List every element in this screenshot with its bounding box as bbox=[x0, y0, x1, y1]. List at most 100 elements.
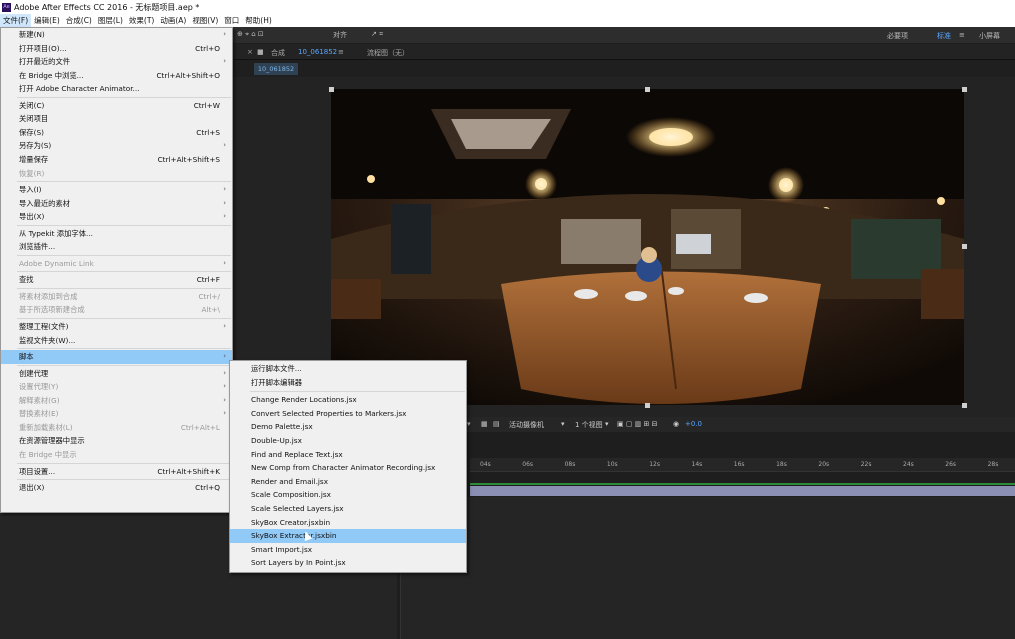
views-select[interactable]: 1 个视图 bbox=[575, 420, 603, 430]
transform-handle[interactable] bbox=[329, 87, 334, 92]
transform-handle[interactable] bbox=[962, 87, 967, 92]
script-menu-item[interactable]: Render and Email.jsx bbox=[230, 475, 466, 489]
close-icon[interactable]: × bbox=[247, 48, 253, 56]
transform-handle[interactable] bbox=[645, 403, 650, 408]
view-option-icons[interactable]: ▣ ▢ ▥ ⊞ ⊟ bbox=[617, 420, 657, 428]
axis-icons[interactable]: ↗ ⌗ bbox=[371, 30, 383, 39]
menu-separator bbox=[17, 348, 231, 350]
transform-handle[interactable] bbox=[962, 403, 967, 408]
file-menu-item[interactable]: 导入最近的素材 › bbox=[1, 197, 232, 211]
file-menu-item[interactable]: 退出(X) Ctrl+Q bbox=[1, 481, 232, 495]
snapshot-icon[interactable]: ▤ bbox=[493, 420, 500, 428]
menu-item-label: Smart Import.jsx bbox=[251, 544, 313, 554]
menu-item-label: Scale Selected Layers.jsx bbox=[251, 504, 344, 513]
menu-item-label: Scale Composition.jsx bbox=[251, 490, 331, 500]
file-menu-item[interactable]: 打开 Adobe Character Animator... bbox=[1, 82, 232, 96]
menu-0[interactable]: 文件(F) bbox=[0, 14, 32, 27]
menu-6[interactable]: 视图(V) bbox=[189, 14, 221, 27]
file-menu-item[interactable]: 监视文件夹(W)... bbox=[1, 334, 232, 348]
menu-5[interactable]: 动画(A) bbox=[157, 14, 189, 27]
script-menu-item[interactable]: Smart Import.jsx bbox=[230, 543, 466, 557]
file-menu-item[interactable]: 关闭(C) Ctrl+W bbox=[1, 99, 232, 113]
snap-label[interactable]: 对齐 bbox=[333, 30, 347, 40]
file-menu-item[interactable]: 查找 Ctrl+F bbox=[1, 273, 232, 287]
tool-icons[interactable]: ⊕ ⌖ ⌂ ⊡ bbox=[237, 30, 264, 39]
submenu-arrow-icon: › bbox=[223, 258, 226, 267]
file-menu-item: 解释素材(G) › bbox=[1, 394, 232, 408]
script-menu-item[interactable]: SkyBox Creator.jsxbin bbox=[230, 516, 466, 530]
comp-panel-label: 合成 bbox=[271, 49, 285, 57]
script-menu-item[interactable]: SkyBox Extractor.jsxbin bbox=[230, 529, 466, 543]
menu-item-shortcut: Ctrl+Alt+Shift+S bbox=[157, 154, 220, 164]
menu-8[interactable]: 帮助(H) bbox=[242, 14, 275, 27]
file-menu-item[interactable]: 项目设置... Ctrl+Alt+Shift+K bbox=[1, 465, 232, 479]
flowchart-tab[interactable]: 流程图（无） bbox=[367, 48, 409, 58]
lock-icon[interactable]: ■ bbox=[257, 48, 264, 56]
menu-7[interactable]: 窗口 bbox=[221, 14, 242, 27]
script-menu-item[interactable]: Demo Palette.jsx bbox=[230, 420, 466, 434]
timeline-track-area[interactable] bbox=[400, 497, 1015, 639]
file-menu-item[interactable]: 增量保存 Ctrl+Alt+Shift+S bbox=[1, 153, 232, 167]
menu-3[interactable]: 图层(L) bbox=[95, 14, 126, 27]
file-menu-item[interactable]: 打开项目(O)... Ctrl+O bbox=[1, 42, 232, 56]
file-menu-dropdown: 新建(N) › 打开项目(O)... Ctrl+O 打开最近的文件 › 在 Bridge 中… bbox=[0, 27, 233, 513]
file-menu-item[interactable]: 新建(N) › bbox=[1, 28, 232, 42]
comp-tab[interactable]: 10_061852 bbox=[298, 48, 337, 56]
camera-select[interactable]: 活动摄像机 bbox=[509, 420, 544, 430]
script-menu-item[interactable]: 打开脚本编辑器 bbox=[230, 376, 466, 390]
composition-panel-header: × ■ 合成 10_061852 ≡ 流程图（无） bbox=[233, 44, 1015, 60]
script-menu-item[interactable]: Find and Replace Text.jsx bbox=[230, 448, 466, 462]
grid-icon[interactable]: ▦ bbox=[481, 420, 488, 428]
layer-duration-bar[interactable] bbox=[470, 486, 1015, 496]
file-menu-item[interactable]: 从 Typekit 添加字体... bbox=[1, 227, 232, 241]
transform-handle[interactable] bbox=[962, 244, 967, 249]
chevron-down-icon[interactable]: ▾ bbox=[561, 420, 565, 428]
file-menu-item[interactable]: 浏览插件... bbox=[1, 240, 232, 254]
file-menu-item[interactable]: 另存为(S) › bbox=[1, 139, 232, 153]
script-menu-item[interactable]: 运行脚本文件... bbox=[230, 362, 466, 376]
menu-item-label: 新建(N) bbox=[19, 30, 45, 39]
comp-sub-tab[interactable]: 10_061852 bbox=[254, 63, 298, 75]
workspace-menu-icon[interactable]: ≡ bbox=[959, 31, 965, 39]
script-menu-item[interactable]: Sort Layers by In Point.jsx bbox=[230, 556, 466, 570]
file-menu-item[interactable]: 导出(X) › bbox=[1, 210, 232, 224]
file-menu-item[interactable]: 在 Bridge 中浏览... Ctrl+Alt+Shift+O bbox=[1, 69, 232, 83]
menu-item-label: 创建代理 bbox=[19, 368, 49, 378]
panorama-footage[interactable] bbox=[331, 89, 964, 405]
exposure-reset-icon[interactable]: ◉ bbox=[673, 420, 679, 428]
script-menu-item[interactable]: New Comp from Character Animator Recordi… bbox=[230, 461, 466, 475]
script-menu-item[interactable]: Scale Selected Layers.jsx bbox=[230, 502, 466, 516]
exposure-value[interactable]: +0.0 bbox=[685, 420, 702, 428]
time-ruler[interactable]: 04s 06s 08s 10s 12s 14s 16s 18s 20s 22s 24s 26s 28s bbox=[470, 458, 1015, 472]
menu-item-label: 关闭项目 bbox=[19, 114, 49, 124]
submenu-arrow-icon: › bbox=[223, 212, 226, 221]
work-area-bar[interactable] bbox=[470, 483, 1015, 485]
menu-1[interactable]: 编辑(E) bbox=[31, 14, 63, 27]
transform-handle[interactable] bbox=[645, 87, 650, 92]
menu-4[interactable]: 效果(T) bbox=[126, 14, 157, 27]
menu-item-label: 基于所选项新建合成 bbox=[19, 305, 85, 315]
menu-item-label: 查找 bbox=[19, 275, 34, 285]
submenu-arrow-icon: › bbox=[223, 409, 226, 418]
script-menu-item[interactable]: Double-Up.jsx bbox=[230, 434, 466, 448]
workspace-essentials[interactable]: 必要项 bbox=[887, 31, 908, 41]
file-menu-item[interactable]: 导入(I) › bbox=[1, 183, 232, 197]
workspace-standard[interactable]: 标准 bbox=[937, 31, 951, 41]
file-menu-item[interactable]: 在资源管理器中显示 bbox=[1, 434, 232, 448]
file-menu-item[interactable]: 关闭项目 bbox=[1, 112, 232, 126]
tab-menu-icon[interactable]: ≡ bbox=[338, 48, 344, 56]
time-tick: 10s bbox=[606, 461, 618, 468]
file-menu-item[interactable]: 打开最近的文件 › bbox=[1, 55, 232, 69]
script-menu-item[interactable]: Change Render Locations.jsx bbox=[230, 393, 466, 407]
menu-item-label: 从 Typekit 添加字体... bbox=[19, 228, 93, 238]
menu-2[interactable]: 合成(C) bbox=[63, 14, 95, 27]
file-menu-item[interactable]: 创建代理 › bbox=[1, 367, 232, 381]
workspace-small-screen[interactable]: 小屏幕 bbox=[979, 31, 1000, 41]
script-menu-item[interactable]: Convert Selected Properties to Markers.j… bbox=[230, 407, 466, 421]
file-menu-item[interactable]: 保存(S) Ctrl+S bbox=[1, 126, 232, 140]
script-menu-item[interactable]: Scale Composition.jsx bbox=[230, 488, 466, 502]
chevron-down-icon[interactable]: ▾ bbox=[605, 420, 609, 428]
file-menu-item[interactable]: 整理工程(文件) › bbox=[1, 320, 232, 334]
region-icon[interactable]: ▾ bbox=[467, 420, 471, 428]
file-menu-item[interactable]: 脚本 › bbox=[1, 350, 232, 364]
